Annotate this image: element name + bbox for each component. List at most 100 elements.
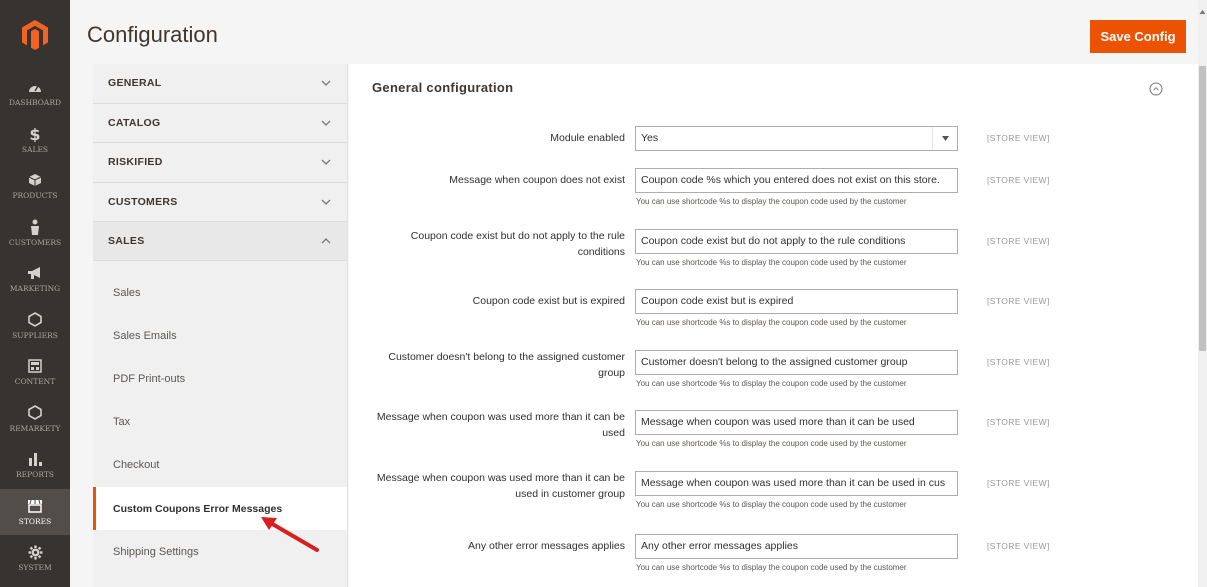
layout-icon [27, 358, 43, 374]
nav-item-label: Content [14, 377, 56, 387]
page-scrollbar[interactable] [1198, 0, 1207, 587]
magento-logo[interactable] [0, 0, 70, 70]
field-note: You can use shortcode %s to display the … [636, 379, 907, 388]
field-value: Customer doesn't belong to the assigned … [641, 356, 908, 368]
scope-label: [STORE VIEW] [987, 175, 1050, 185]
tab-section-label: CATALOG [108, 116, 161, 129]
field-note: You can use shortcode %s to display the … [636, 500, 907, 509]
tab-item-checkout[interactable]: Checkout [93, 444, 347, 487]
chevron-down-icon [320, 77, 332, 89]
nav-item-products[interactable]: Products [0, 163, 70, 210]
field-value: Message when coupon was used more than i… [641, 477, 946, 489]
nav-item-reports[interactable]: Reports [0, 442, 70, 489]
scope-label: [STORE VIEW] [987, 357, 1050, 367]
hexagon-icon [27, 312, 43, 328]
nav-item-stores[interactable]: Stores [0, 488, 70, 535]
field-label: Module enabled [550, 132, 625, 144]
field-label: Message when coupon does not exist [449, 174, 625, 186]
magento-logo-icon [22, 20, 48, 50]
field-note: You can use shortcode %s to display the … [636, 318, 907, 327]
tab-section-general[interactable]: GENERAL [93, 64, 347, 104]
cube-icon [27, 172, 43, 188]
nav-item-label: System [18, 563, 52, 573]
field-value: Message when coupon was used more than i… [641, 416, 915, 428]
scope-label: [STORE VIEW] [987, 541, 1050, 551]
tab-section-label: GENERAL [108, 77, 162, 90]
tab-section-label: SALES [108, 235, 145, 247]
dollar-icon: $ [27, 126, 43, 142]
store-icon [27, 498, 43, 514]
save-config-button[interactable]: Save Config [1090, 20, 1186, 53]
tab-section-catalog[interactable]: CATALOG [93, 104, 347, 143]
field-label: Message when coupon was used more than i… [376, 472, 625, 500]
nav-item-label: Products [12, 191, 58, 201]
gear-icon [27, 544, 43, 560]
nav-item-suppliers[interactable]: Suppliers [0, 303, 70, 350]
scope-label: [STORE VIEW] [987, 478, 1050, 488]
config-form: General configuration Module enabled Yes [… [349, 64, 1200, 587]
nav-item-label: Stores [18, 516, 52, 526]
tab-item-sales[interactable]: Sales [93, 271, 347, 314]
scroll-thumb[interactable] [1199, 66, 1206, 351]
scope-label: [STORE VIEW] [987, 236, 1050, 246]
page-header: Configuration Save Config [70, 0, 1200, 70]
field-label: Any other error messages applies [468, 540, 625, 552]
message-input[interactable]: Coupon code exist but is expired [635, 289, 958, 314]
message-input[interactable]: Customer doesn't belong to the assigned … [635, 350, 958, 375]
nav-item-label: Reports [16, 470, 54, 480]
scope-label: [STORE VIEW] [987, 296, 1050, 306]
scope-label: [STORE VIEW] [987, 417, 1050, 427]
tab-item-tax[interactable]: Tax [93, 401, 347, 444]
nav-item-label: Remarkety [9, 423, 61, 433]
hexagon-icon [27, 405, 43, 421]
nav-item-label: Sales [21, 144, 49, 154]
tab-section-label: CUSTOMERS [108, 195, 178, 208]
dropdown-arrow-icon[interactable] [932, 127, 957, 150]
nav-item-remarkety[interactable]: Remarkety [0, 396, 70, 443]
field-label: Message when coupon was used more than i… [376, 411, 625, 439]
nav-item-label: Marketing [9, 284, 61, 294]
nav-item-label: Dashboard [9, 98, 61, 108]
magento-config-page: Dashboard $ Sales Products Customers Marketin… [0, 0, 1207, 587]
person-icon [27, 219, 43, 235]
nav-item-label: Customers [8, 237, 62, 247]
nav-item-dashboard[interactable]: Dashboard [0, 70, 70, 117]
field-label: Customer doesn't belong to the assigned … [388, 351, 625, 379]
nav-item-content[interactable]: Content [0, 349, 70, 396]
tab-item-pdf-print-outs[interactable]: PDF Print-outs [93, 357, 347, 400]
chevron-down-icon [320, 196, 332, 208]
admin-sidebar: Dashboard $ Sales Products Customers Marketin… [0, 0, 70, 587]
tab-item-sales-emails[interactable]: Sales Emails [93, 314, 347, 357]
tab-section-sales[interactable]: SALES [93, 222, 347, 261]
chevron-up-icon [320, 235, 332, 247]
message-input[interactable]: Coupon code exist but do not apply to th… [635, 229, 958, 254]
red-arrow-annotation [261, 517, 319, 552]
module-enabled-select[interactable]: Yes [635, 126, 958, 151]
field-label: Coupon code exist but do not apply to th… [410, 230, 625, 258]
field-value: Any other error messages applies [641, 540, 798, 552]
collapse-icon[interactable] [1149, 82, 1163, 96]
tab-section-customers[interactable]: CUSTOMERS [93, 183, 347, 222]
tab-section-riskified[interactable]: RISKIFIED [93, 143, 347, 183]
nav-item-sales[interactable]: $ Sales [0, 117, 70, 164]
message-input[interactable]: Any other error messages applies [635, 534, 958, 559]
scroll-up-icon[interactable] [1199, 8, 1206, 16]
svg-text:$: $ [29, 126, 40, 142]
message-input[interactable]: Message when coupon was used more than i… [635, 410, 958, 435]
nav-item-marketing[interactable]: Marketing [0, 256, 70, 303]
dashboard-icon [27, 79, 43, 95]
field-note: You can use shortcode %s to display the … [636, 563, 907, 572]
scope-label: [STORE VIEW] [987, 133, 1050, 143]
section-title[interactable]: General configuration [372, 80, 513, 95]
nav-item-customers[interactable]: Customers [0, 210, 70, 257]
field-label: Coupon code exist but is expired [472, 295, 625, 307]
nav-item-system[interactable]: System [0, 535, 70, 582]
field-note: You can use shortcode %s to display the … [636, 197, 907, 206]
page-title: Configuration [87, 22, 218, 47]
message-input[interactable]: Message when coupon was used more than i… [635, 471, 958, 496]
field-value: Coupon code exist but do not apply to th… [641, 235, 906, 247]
field-value: Yes [641, 132, 659, 144]
tab-section-label: RISKIFIED [108, 156, 163, 169]
field-note: You can use shortcode %s to display the … [636, 439, 907, 448]
message-input[interactable]: Coupon code %s which you entered does no… [635, 168, 958, 193]
